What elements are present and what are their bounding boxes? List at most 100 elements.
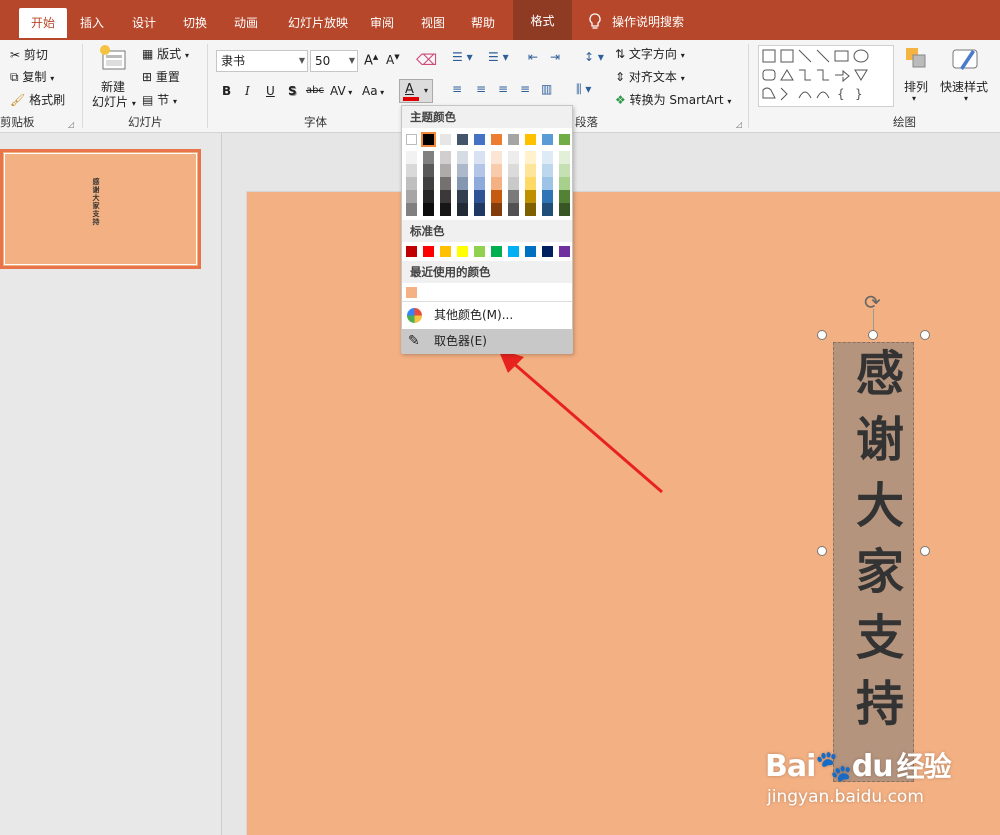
theme-shade-swatch[interactable] — [525, 177, 536, 190]
tab-slideshow[interactable]: 幻灯片放映 — [280, 8, 356, 38]
tab-design[interactable]: 设计 — [124, 8, 164, 38]
theme-shade-swatch[interactable] — [491, 190, 502, 203]
theme-shade-swatch[interactable] — [423, 151, 434, 164]
theme-color-swatch[interactable] — [559, 134, 570, 145]
theme-shade-swatch[interactable] — [457, 151, 468, 164]
clear-formatting-icon[interactable]: ⌫ — [416, 51, 437, 69]
theme-shade-swatch[interactable] — [440, 190, 451, 203]
numbering-icon[interactable]: ☰ ▾ — [488, 50, 509, 64]
italic-button[interactable]: I — [245, 84, 250, 98]
theme-shade-swatch[interactable] — [423, 164, 434, 177]
convert-smartart-button[interactable]: ❖ 转换为 SmartArt ▾ — [615, 91, 731, 108]
line-spacing-icon[interactable]: ↕ ▾ — [584, 50, 604, 64]
tab-help[interactable]: 帮助 — [463, 8, 503, 38]
theme-shade-swatch[interactable] — [474, 177, 485, 190]
standard-color-swatch[interactable] — [491, 246, 502, 257]
bold-button[interactable]: B — [222, 84, 231, 98]
tab-format[interactable]: 格式 — [513, 0, 572, 40]
theme-shade-swatch[interactable] — [525, 203, 536, 216]
clipboard-launcher-icon[interactable]: ◿ — [68, 120, 74, 129]
cut-button[interactable]: ✂ 剪切 — [10, 46, 48, 63]
new-slide-icon[interactable] — [98, 43, 128, 73]
theme-shade-swatch[interactable] — [440, 177, 451, 190]
reset-button[interactable]: ⊞ 重置 — [142, 68, 180, 85]
shadow-button[interactable]: S — [288, 84, 297, 98]
theme-shade-swatch[interactable] — [508, 203, 519, 216]
theme-shade-swatch[interactable] — [406, 190, 417, 203]
theme-shade-swatch[interactable] — [559, 177, 570, 190]
slide-thumbnail[interactable]: 感谢大家支持 — [0, 149, 201, 269]
more-colors-item[interactable]: 其他颜色(M)... — [402, 303, 572, 328]
section-button[interactable]: ▤ 节 ▾ — [142, 91, 177, 108]
theme-shade-swatch[interactable] — [440, 203, 451, 216]
bullets-icon[interactable]: ☰ ▾ — [452, 50, 473, 64]
theme-shade-swatch[interactable] — [406, 164, 417, 177]
arrange-button[interactable]: 排列 — [904, 78, 928, 95]
theme-shade-swatch[interactable] — [491, 164, 502, 177]
theme-shade-swatch[interactable] — [457, 190, 468, 203]
slide-vertical-text[interactable]: 感谢大家支持 — [838, 348, 910, 744]
standard-color-swatch[interactable] — [440, 246, 451, 257]
tell-me-search[interactable]: 操作说明搜索 — [588, 10, 684, 34]
quick-styles-icon[interactable] — [950, 44, 980, 74]
theme-shade-swatch[interactable] — [542, 164, 553, 177]
rotate-handle-icon[interactable]: ⟳ — [864, 290, 881, 314]
standard-color-swatch[interactable] — [508, 246, 519, 257]
theme-shade-swatch[interactable] — [406, 203, 417, 216]
theme-shade-swatch[interactable] — [559, 203, 570, 216]
theme-shade-swatch[interactable] — [542, 177, 553, 190]
paragraph-launcher-icon[interactable]: ◿ — [736, 120, 742, 129]
standard-color-swatch[interactable] — [542, 246, 553, 257]
tab-view[interactable]: 视图 — [413, 8, 453, 38]
theme-shade-swatch[interactable] — [491, 203, 502, 216]
standard-color-swatch[interactable] — [457, 246, 468, 257]
theme-color-swatch[interactable] — [457, 134, 468, 145]
theme-shade-swatch[interactable] — [406, 177, 417, 190]
theme-shade-swatch[interactable] — [542, 190, 553, 203]
theme-shade-swatch[interactable] — [474, 203, 485, 216]
theme-shade-swatch[interactable] — [423, 203, 434, 216]
theme-color-swatch[interactable] — [406, 134, 417, 145]
standard-color-swatch[interactable] — [406, 246, 417, 257]
theme-shade-swatch[interactable] — [508, 151, 519, 164]
shrink-font-icon[interactable]: A▼ — [386, 53, 400, 67]
standard-color-swatch[interactable] — [423, 246, 434, 257]
selection-handle[interactable] — [920, 546, 930, 556]
recent-color-swatch[interactable] — [406, 287, 417, 298]
theme-shade-swatch[interactable] — [423, 177, 434, 190]
quick-styles-button[interactable]: 快速样式 — [940, 78, 988, 95]
align-text-button[interactable]: ⇕ 对齐文本 ▾ — [615, 68, 685, 85]
theme-color-swatch[interactable] — [474, 134, 485, 145]
strikethrough-button[interactable]: abc — [306, 85, 324, 96]
theme-shade-swatch[interactable] — [457, 203, 468, 216]
theme-shade-swatch[interactable] — [406, 151, 417, 164]
distributed-icon[interactable]: ▥ — [541, 82, 552, 96]
copy-button[interactable]: ⧉ 复制 ▾ — [10, 68, 54, 85]
tab-animations[interactable]: 动画 — [226, 8, 266, 38]
selection-handle[interactable] — [817, 330, 827, 340]
theme-shade-swatch[interactable] — [440, 164, 451, 177]
theme-shade-swatch[interactable] — [542, 203, 553, 216]
eyedropper-item[interactable]: ✎ 取色器(E) — [402, 329, 572, 354]
theme-shade-swatch[interactable] — [474, 190, 485, 203]
decrease-indent-icon[interactable]: ⇤ — [528, 50, 538, 64]
theme-shade-swatch[interactable] — [525, 151, 536, 164]
align-left-icon[interactable]: ≡ — [452, 82, 462, 96]
tab-review[interactable]: 审阅 — [362, 8, 402, 38]
theme-shade-swatch[interactable] — [508, 177, 519, 190]
theme-shade-swatch[interactable] — [559, 151, 570, 164]
theme-color-swatch[interactable] — [525, 134, 536, 145]
font-size-combo[interactable]: 50 ▼ — [310, 50, 358, 72]
theme-shade-swatch[interactable] — [491, 151, 502, 164]
selection-handle[interactable] — [868, 330, 878, 340]
character-spacing-button[interactable]: AV ▾ — [330, 84, 352, 98]
theme-shade-swatch[interactable] — [508, 164, 519, 177]
theme-color-swatch[interactable] — [491, 134, 502, 145]
theme-color-swatch[interactable] — [440, 134, 451, 145]
align-center-icon[interactable]: ≡ — [476, 82, 486, 96]
tab-insert[interactable]: 插入 — [72, 8, 112, 38]
layout-button[interactable]: ▦ 版式 ▾ — [142, 45, 189, 62]
theme-shade-swatch[interactable] — [559, 164, 570, 177]
theme-shade-swatch[interactable] — [508, 190, 519, 203]
theme-shade-swatch[interactable] — [474, 151, 485, 164]
